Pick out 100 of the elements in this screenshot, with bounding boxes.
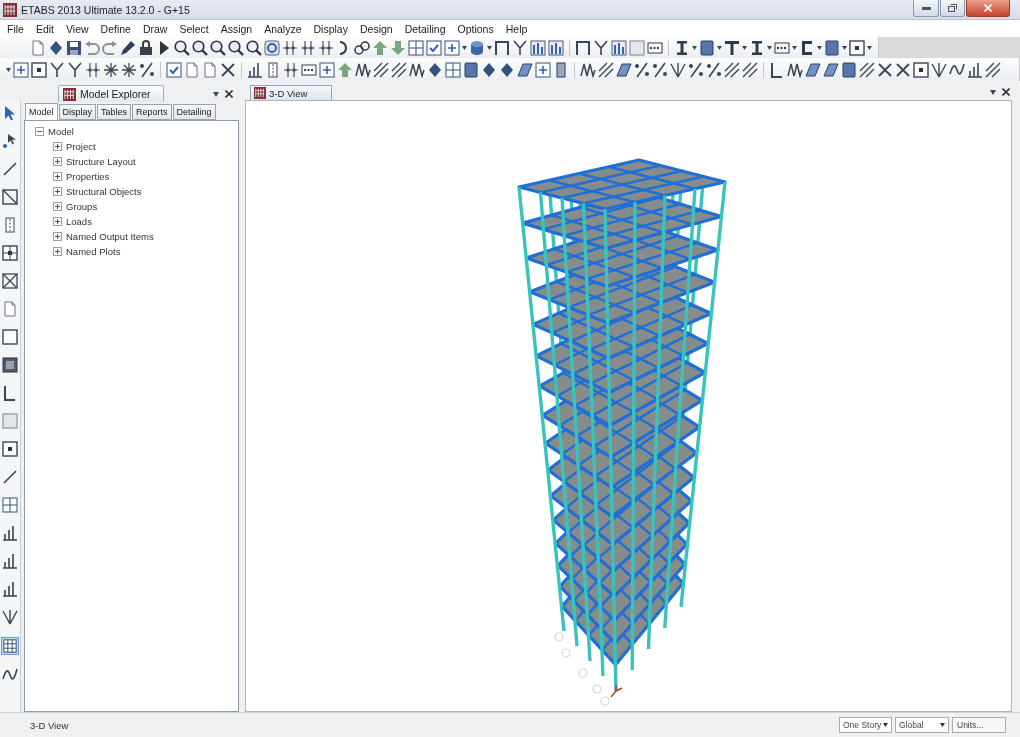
rectangle-point-icon[interactable] — [2, 441, 18, 457]
tab[interactable]: Detailing — [172, 104, 216, 120]
node-lines-icon[interactable] — [283, 61, 299, 78]
slab-icon[interactable] — [616, 61, 632, 78]
small-chart-icon[interactable] — [967, 61, 983, 78]
panel-icon[interactable] — [824, 39, 840, 56]
menu-item[interactable]: Analyze — [258, 20, 308, 37]
tab[interactable]: Tables — [97, 104, 132, 120]
line-icon[interactable] — [2, 469, 18, 485]
cylinder-icon[interactable] — [469, 39, 485, 56]
hatch-icon[interactable] — [859, 61, 875, 78]
caret-icon[interactable] — [462, 45, 467, 50]
tee-icon[interactable] — [724, 39, 740, 56]
link-icon[interactable] — [354, 39, 370, 56]
zoom-icon[interactable] — [228, 39, 244, 56]
coordinate-dropdown[interactable]: Global — [895, 717, 949, 733]
caret-icon[interactable] — [487, 45, 492, 50]
slash-dots-icon[interactable] — [652, 61, 668, 78]
small-chart-icon[interactable] — [2, 525, 18, 541]
slab-icon[interactable] — [823, 61, 839, 78]
expand-icon[interactable] — [53, 142, 62, 151]
slash-dots-icon[interactable] — [139, 61, 155, 78]
tree-item[interactable]: Model — [48, 126, 74, 137]
rectangle-point-icon[interactable] — [31, 61, 47, 78]
rectangle-point-icon[interactable] — [849, 39, 865, 56]
pencil-icon[interactable] — [120, 39, 136, 56]
node-lines-icon[interactable] — [282, 39, 298, 56]
save-icon[interactable] — [66, 39, 82, 56]
dashed-bar-icon[interactable] — [301, 61, 317, 78]
close-button[interactable] — [966, 0, 1010, 17]
pane-tab[interactable]: Model Explorer — [58, 85, 164, 102]
zoom-icon[interactable] — [210, 39, 226, 56]
expand-icon[interactable] — [53, 157, 62, 166]
hatch-icon[interactable] — [373, 61, 389, 78]
zigzag-icon[interactable] — [787, 61, 803, 78]
dashed-bar-icon[interactable] — [774, 39, 790, 56]
tree-item[interactable]: Named Output Items — [66, 231, 154, 242]
zigzag-icon[interactable] — [580, 61, 596, 78]
caret-icon[interactable] — [817, 45, 822, 50]
bar-chart-icon[interactable] — [611, 39, 627, 56]
zoom-icon[interactable] — [246, 39, 262, 56]
square-icon[interactable] — [2, 329, 18, 345]
i-beam-icon[interactable] — [749, 39, 765, 56]
small-chart-icon[interactable] — [247, 61, 263, 78]
corner-icon[interactable] — [2, 385, 18, 401]
menu-item[interactable]: Help — [499, 20, 534, 37]
diamond-icon[interactable] — [481, 61, 497, 78]
checkbox-icon[interactable] — [166, 61, 182, 78]
wave-icon[interactable] — [949, 61, 965, 78]
expand-icon[interactable] — [53, 247, 62, 256]
bar-chart-icon[interactable] — [548, 39, 564, 56]
menu-item[interactable]: Define — [94, 20, 137, 37]
portal-frame-icon[interactable] — [575, 39, 591, 56]
fan-lines-icon[interactable] — [931, 61, 947, 78]
slab-icon[interactable] — [517, 61, 533, 78]
caret-icon[interactable] — [867, 45, 872, 50]
dashed-bar-icon[interactable] — [647, 39, 663, 56]
tab[interactable]: Model — [25, 103, 58, 120]
rotate-icon[interactable] — [264, 39, 280, 56]
arrow-down-icon[interactable] — [390, 39, 406, 56]
cross-icon[interactable] — [877, 61, 893, 78]
panel-icon[interactable] — [699, 39, 715, 56]
zoom-icon[interactable] — [192, 39, 208, 56]
hatch-icon[interactable] — [742, 61, 758, 78]
collapse-icon[interactable] — [35, 127, 44, 136]
menu-item[interactable]: Design — [353, 20, 399, 37]
crossed-box-icon[interactable] — [2, 273, 18, 289]
maximize-button[interactable] — [940, 0, 965, 17]
pointer-icon[interactable] — [2, 105, 18, 121]
menu-item[interactable]: Display — [307, 20, 354, 37]
close-icon[interactable] — [1002, 88, 1010, 96]
fork-icon[interactable] — [512, 39, 528, 56]
plus-box-icon[interactable] — [444, 39, 460, 56]
close-icon[interactable] — [225, 90, 233, 98]
expand-icon[interactable] — [53, 217, 62, 226]
document-icon[interactable] — [184, 61, 200, 78]
slash-dots-icon[interactable] — [706, 61, 722, 78]
fork-icon[interactable] — [67, 61, 83, 78]
channel-icon[interactable] — [799, 39, 815, 56]
caret-icon[interactable] — [6, 67, 11, 72]
zigzag-icon[interactable] — [409, 61, 425, 78]
menu-item[interactable]: Select — [173, 20, 215, 37]
grid-icon[interactable] — [445, 61, 461, 78]
corner-icon[interactable] — [769, 61, 785, 78]
tree-item[interactable]: Structural Objects — [66, 186, 142, 197]
asterisk-icon[interactable] — [103, 61, 119, 78]
menu-item[interactable]: Edit — [29, 20, 60, 37]
fork-icon[interactable] — [49, 61, 65, 78]
wave-icon[interactable] — [2, 667, 18, 683]
tree-item[interactable]: Project — [66, 141, 96, 152]
line-icon[interactable] — [2, 161, 18, 177]
rectangle-point-icon[interactable] — [913, 61, 929, 78]
tree-item[interactable]: Loads — [66, 216, 92, 227]
fan-lines-icon[interactable] — [2, 609, 18, 625]
slash-dots-icon[interactable] — [688, 61, 704, 78]
expand-icon[interactable] — [53, 187, 62, 196]
expand-icon[interactable] — [53, 202, 62, 211]
cross-icon[interactable] — [220, 61, 236, 78]
small-chart-icon[interactable] — [2, 581, 18, 597]
slab-icon[interactable] — [805, 61, 821, 78]
